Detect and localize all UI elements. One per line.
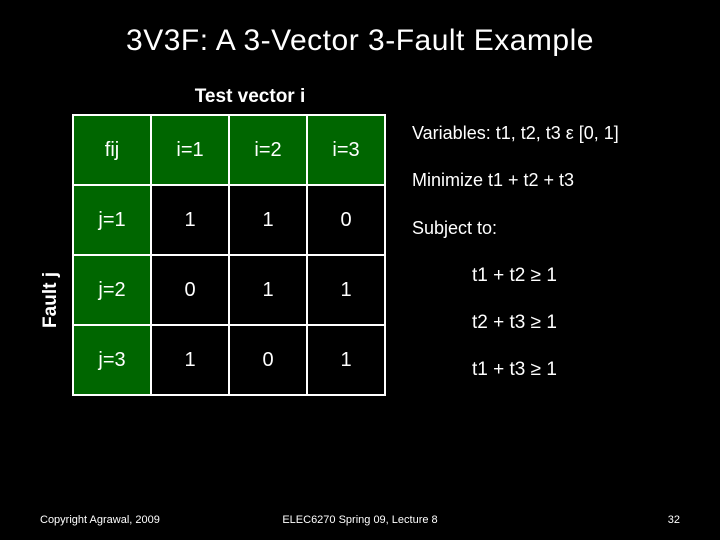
col-header: i=1 [151, 115, 229, 185]
table-y-label: Fault j [40, 272, 62, 328]
col-header: i=3 [307, 115, 385, 185]
fij-table: fij i=1 i=2 i=3 j=1 1 1 0 j=2 0 1 1 [72, 114, 386, 396]
cell: 1 [307, 325, 385, 395]
table-header-row: fij i=1 i=2 i=3 [73, 115, 385, 185]
table-row: j=2 0 1 1 [73, 255, 385, 325]
table-corner: fij [73, 115, 151, 185]
footer-center: ELEC6270 Spring 09, Lecture 8 [40, 514, 680, 526]
constraint: t1 + t3 ≥ 1 [472, 358, 619, 383]
footer: Copyright Agrawal, 2009 ELEC6270 Spring … [40, 514, 680, 526]
cell: 0 [229, 325, 307, 395]
table-wrap: Fault j fij i=1 i=2 i=3 j=1 1 1 0 j=2 0 [40, 114, 386, 396]
constraint: t2 + t3 ≥ 1 [472, 311, 619, 336]
content-area: Fault j fij i=1 i=2 i=3 j=1 1 1 0 j=2 0 [40, 114, 680, 404]
variables-line: Variables: t1, t2, t3 ε [0, 1] [412, 122, 619, 145]
table-top-caption: Test vector i [0, 86, 680, 108]
subject-to-line: Subject to: [412, 217, 619, 240]
cell: 0 [151, 255, 229, 325]
cell: 1 [151, 185, 229, 255]
cell: 1 [229, 185, 307, 255]
slide: 3V3F: A 3-Vector 3-Fault Example Test ve… [0, 0, 720, 540]
constraint: t1 + t2 ≥ 1 [472, 264, 619, 289]
objective-line: Minimize t1 + t2 + t3 [412, 169, 619, 192]
cell: 1 [307, 255, 385, 325]
row-label: j=2 [73, 255, 151, 325]
col-header: i=2 [229, 115, 307, 185]
cell: 1 [229, 255, 307, 325]
cell: 0 [307, 185, 385, 255]
row-label: j=1 [73, 185, 151, 255]
slide-title: 3V3F: A 3-Vector 3-Fault Example [40, 24, 680, 58]
table-row: j=3 1 0 1 [73, 325, 385, 395]
math-panel: Variables: t1, t2, t3 ε [0, 1] Minimize … [412, 122, 619, 404]
row-label: j=3 [73, 325, 151, 395]
table-row: j=1 1 1 0 [73, 185, 385, 255]
cell: 1 [151, 325, 229, 395]
